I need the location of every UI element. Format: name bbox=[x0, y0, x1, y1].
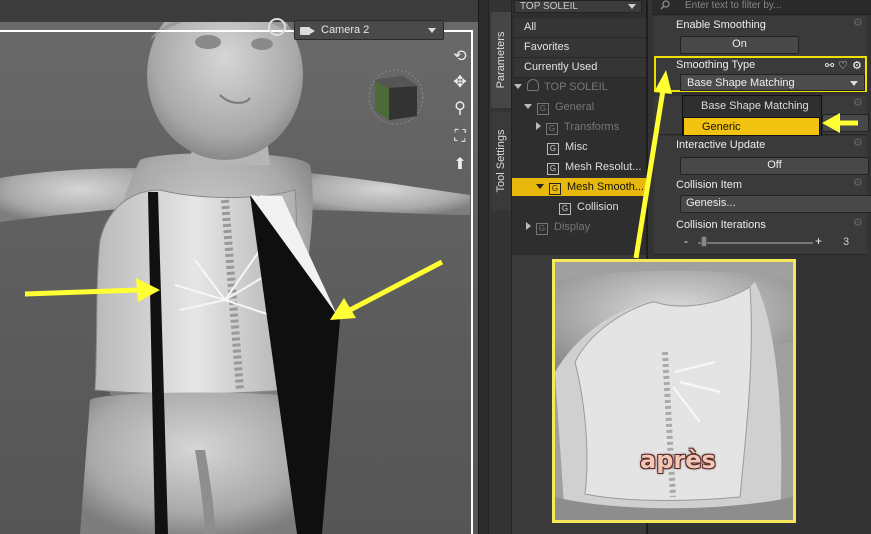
perspective-icon[interactable] bbox=[268, 18, 286, 36]
link-icon[interactable]: ⚯ bbox=[825, 59, 834, 72]
tree-node-general[interactable]: G General bbox=[524, 98, 642, 116]
tree-node-label: Mesh Smooth... bbox=[567, 181, 645, 193]
collision-item-label: Collision Item bbox=[676, 179, 743, 191]
frame-icon[interactable]: ⛶ bbox=[451, 128, 469, 146]
group-icon: G bbox=[547, 163, 559, 175]
gear-icon[interactable]: ⚙ bbox=[853, 98, 863, 109]
expand-icon[interactable] bbox=[514, 84, 522, 89]
tree-node-misc[interactable]: G Misc bbox=[547, 138, 642, 156]
slider-decrement-button[interactable]: - bbox=[684, 234, 688, 248]
interactive-update-toggle[interactable]: Off bbox=[680, 157, 869, 175]
figure-icon bbox=[527, 79, 539, 91]
filter-search-input[interactable]: Enter text to filter by... bbox=[652, 0, 871, 15]
viewport-header bbox=[0, 0, 478, 22]
enable-smoothing-label: Enable Smoothing bbox=[676, 19, 766, 31]
tab-tool-settings-label: Tool Settings bbox=[495, 129, 507, 193]
search-icon bbox=[660, 0, 670, 10]
camera-select-label: Camera 2 bbox=[321, 24, 370, 36]
inset-caption: après bbox=[640, 446, 716, 474]
collision-item-button[interactable]: Genesis... bbox=[680, 195, 871, 213]
option-generic[interactable]: Generic bbox=[683, 117, 820, 136]
node-filter-value: TOP SOLEIL bbox=[520, 1, 578, 12]
pan-icon[interactable]: ✥ bbox=[451, 74, 469, 92]
tree-node-display[interactable]: G Display bbox=[526, 218, 642, 236]
tree-node-label: Transforms bbox=[564, 121, 620, 133]
category-all[interactable]: All bbox=[514, 18, 652, 38]
tree-root-label: TOP SOLEIL bbox=[544, 81, 608, 93]
camera-icon bbox=[300, 25, 316, 36]
chevron-down-icon bbox=[428, 28, 436, 33]
tab-parameters-label: Parameters bbox=[495, 31, 507, 89]
zoom-icon[interactable]: ⚲ bbox=[451, 100, 469, 118]
option-base-shape-matching[interactable]: Base Shape Matching bbox=[683, 97, 821, 115]
smoothing-type-select[interactable]: Base Shape Matching bbox=[680, 74, 865, 91]
tree-node-label: Collision bbox=[577, 201, 619, 213]
after-render-image bbox=[555, 262, 793, 520]
tab-tool-settings[interactable]: Tool Settings bbox=[491, 112, 511, 210]
enable-smoothing-toggle[interactable]: On bbox=[680, 36, 799, 54]
node-filter-select[interactable]: TOP SOLEIL bbox=[514, 0, 642, 13]
group-icon: G bbox=[537, 103, 549, 115]
tree-root-node[interactable]: TOP SOLEIL bbox=[514, 78, 642, 96]
3d-viewport[interactable]: Camera 2 ⟲ ✥ ⚲ ⛶ ⬆ bbox=[0, 0, 478, 534]
tab-parameters[interactable]: Parameters bbox=[491, 12, 511, 108]
tree-node-mesh-resolution[interactable]: G Mesh Resolut... bbox=[547, 158, 642, 176]
tree-node-label: General bbox=[555, 101, 595, 113]
category-currently-used[interactable]: Currently Used bbox=[514, 58, 652, 78]
tree-node-mesh-smoothing[interactable]: G Mesh Smooth... bbox=[512, 178, 668, 196]
orbit-icon[interactable]: ⟲ bbox=[451, 48, 469, 66]
camera-select[interactable]: Camera 2 bbox=[294, 20, 444, 40]
panel-splitter[interactable] bbox=[478, 0, 488, 534]
navigation-cube-icon[interactable] bbox=[367, 68, 425, 126]
expand-icon[interactable] bbox=[526, 222, 531, 230]
group-icon: G bbox=[546, 123, 558, 135]
expand-icon[interactable] bbox=[536, 184, 544, 189]
group-icon: G bbox=[549, 183, 561, 195]
slider-increment-button[interactable]: + bbox=[815, 234, 822, 248]
side-tab-strip: Parameters Tool Settings bbox=[488, 0, 512, 534]
chevron-down-icon bbox=[628, 4, 636, 9]
slider-thumb[interactable] bbox=[700, 236, 707, 247]
reset-view-icon[interactable]: ⬆ bbox=[451, 156, 469, 174]
chevron-down-icon bbox=[850, 81, 858, 86]
expand-icon[interactable] bbox=[524, 104, 532, 109]
tree-node-transforms[interactable]: G Transforms bbox=[536, 118, 642, 136]
tree-node-label: Misc bbox=[565, 141, 588, 153]
group-icon: G bbox=[559, 203, 571, 215]
expand-icon[interactable] bbox=[536, 122, 541, 130]
collision-iterations-value[interactable]: 3 bbox=[843, 236, 849, 248]
group-icon: G bbox=[547, 143, 559, 155]
tree-node-label: Display bbox=[554, 221, 591, 233]
after-render-inset bbox=[552, 259, 796, 523]
group-icon: G bbox=[536, 223, 548, 235]
smoothing-type-value: Base Shape Matching bbox=[687, 77, 795, 89]
category-favorites[interactable]: Favorites bbox=[514, 38, 652, 58]
hidden-row-button[interactable] bbox=[822, 114, 869, 132]
tree-node-collision[interactable]: G Collision bbox=[559, 198, 642, 216]
tree-node-label: Mesh Resolut... bbox=[565, 161, 642, 173]
heart-icon[interactable]: ♡ bbox=[838, 59, 848, 72]
gear-icon[interactable]: ⚙ bbox=[852, 59, 862, 72]
collision-iterations-label: Collision Iterations bbox=[676, 219, 766, 231]
interactive-update-label: Interactive Update bbox=[676, 139, 766, 151]
